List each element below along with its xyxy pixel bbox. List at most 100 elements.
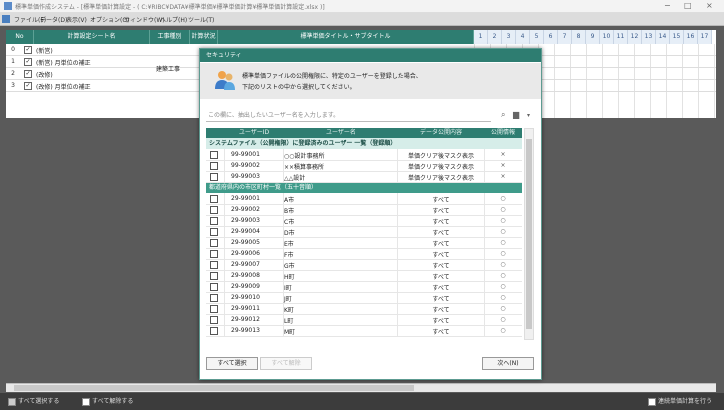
publish-info: × bbox=[500, 151, 506, 158]
row-checkbox[interactable] bbox=[210, 173, 218, 181]
user-search-input[interactable]: この欄に、抽出したいユーザー名を入力します。 bbox=[206, 109, 491, 122]
menu-view[interactable]: 表示(V) bbox=[66, 15, 87, 24]
menu-window[interactable]: ウィンドウ(W) bbox=[124, 15, 165, 24]
row-checkbox[interactable] bbox=[210, 228, 218, 236]
row-checkbox[interactable]: ✓ bbox=[24, 58, 32, 66]
column-number-header[interactable]: 6 bbox=[544, 30, 558, 44]
minimize-button[interactable]: − bbox=[664, 1, 671, 10]
publish-info: ○ bbox=[500, 217, 506, 224]
column-number-header[interactable]: 4 bbox=[516, 30, 530, 44]
user-name: D市 bbox=[284, 230, 295, 237]
column-number-header[interactable]: 1 bbox=[474, 30, 488, 44]
publish-info: ○ bbox=[500, 272, 506, 279]
publish-content: すべて bbox=[432, 274, 450, 281]
title-bar: 標準単価作成システム - [標準単価計算設定 - ( C:¥RIBC¥DATA¥… bbox=[0, 0, 724, 13]
close-button[interactable]: × bbox=[706, 1, 713, 10]
column-number-header[interactable]: 7 bbox=[558, 30, 572, 44]
menu-data[interactable]: データ(D) bbox=[40, 15, 67, 24]
row-no: 3 bbox=[11, 82, 15, 89]
publish-info: ○ bbox=[500, 294, 506, 301]
user-id: 29-99008 bbox=[231, 272, 260, 279]
folder-icon[interactable]: ▆ bbox=[513, 110, 519, 119]
publish-content: 単価クリア後マスク表示 bbox=[407, 175, 474, 182]
column-number-header[interactable]: 14 bbox=[656, 30, 670, 44]
row-checkbox[interactable] bbox=[210, 283, 218, 291]
row-checkbox[interactable] bbox=[210, 162, 218, 170]
publish-info: ○ bbox=[500, 250, 506, 257]
publish-info: ○ bbox=[500, 195, 506, 202]
publish-info: ○ bbox=[500, 261, 506, 268]
column-number-header[interactable]: 2 bbox=[488, 30, 502, 44]
user-id: 99-99002 bbox=[231, 162, 260, 169]
row-checkbox[interactable] bbox=[210, 305, 218, 313]
row-checkbox[interactable]: ✓ bbox=[24, 70, 32, 78]
row-checkbox[interactable] bbox=[210, 316, 218, 324]
user-name: L町 bbox=[284, 318, 294, 325]
publish-content: すべて bbox=[432, 219, 450, 226]
user-name: M町 bbox=[284, 329, 296, 336]
column-number-header[interactable]: 5 bbox=[530, 30, 544, 44]
publish-info: ○ bbox=[500, 239, 506, 246]
column-number-header[interactable]: 15 bbox=[670, 30, 684, 44]
horizontal-scrollbar[interactable] bbox=[6, 383, 716, 392]
column-number-header[interactable]: 13 bbox=[642, 30, 656, 44]
row-checkbox[interactable]: ✓ bbox=[24, 82, 32, 90]
publish-info: ○ bbox=[500, 283, 506, 290]
publish-content: 単価クリア後マスク表示 bbox=[407, 153, 474, 160]
row-checkbox[interactable] bbox=[210, 151, 218, 159]
maximize-button[interactable]: □ bbox=[684, 1, 692, 10]
user-id: 29-99011 bbox=[231, 305, 260, 312]
unselect-all-toggle[interactable]: すべて解除する bbox=[82, 396, 133, 406]
column-number-header[interactable]: 10 bbox=[600, 30, 614, 44]
column-number-header[interactable]: 11 bbox=[614, 30, 628, 44]
column-number-header[interactable]: 17 bbox=[698, 30, 712, 44]
user-id: 29-99001 bbox=[231, 195, 260, 202]
row-checkbox[interactable] bbox=[210, 261, 218, 269]
vertical-scrollbar[interactable] bbox=[524, 128, 534, 340]
publish-info: × bbox=[500, 173, 506, 180]
row-checkbox[interactable] bbox=[210, 327, 218, 335]
column-number-header[interactable]: 12 bbox=[628, 30, 642, 44]
user-id: 99-99001 bbox=[231, 151, 260, 158]
row-checkbox[interactable] bbox=[210, 206, 218, 214]
publish-content: すべて bbox=[432, 230, 450, 237]
row-checkbox[interactable] bbox=[210, 195, 218, 203]
scroll-thumb[interactable] bbox=[526, 139, 532, 329]
col-status: 計算状況 bbox=[190, 30, 218, 44]
doc-icon bbox=[2, 15, 10, 23]
row-checkbox[interactable]: ✓ bbox=[24, 46, 32, 54]
select-all-toggle[interactable]: すべて選択する bbox=[8, 396, 59, 406]
row-checkbox[interactable] bbox=[210, 217, 218, 225]
publish-info: ○ bbox=[500, 206, 506, 213]
clear-all-button[interactable]: すべて解除 bbox=[260, 357, 312, 370]
row-name: (新営) bbox=[36, 48, 53, 55]
chevron-down-icon[interactable]: ▾ bbox=[527, 112, 530, 119]
row-checkbox[interactable] bbox=[210, 294, 218, 302]
column-number-header[interactable]: 9 bbox=[586, 30, 600, 44]
row-checkbox[interactable] bbox=[210, 250, 218, 258]
row-checkbox[interactable] bbox=[210, 239, 218, 247]
row-checkbox[interactable] bbox=[210, 272, 218, 280]
column-number-header[interactable]: 16 bbox=[684, 30, 698, 44]
user-id: 29-99012 bbox=[231, 316, 260, 323]
dialog-title: セキュリティ bbox=[200, 49, 541, 62]
menu-tool[interactable]: ツール(T) bbox=[188, 15, 214, 24]
header-publish: データ公開内容 bbox=[419, 129, 462, 136]
select-all-button[interactable]: すべて選択 bbox=[206, 357, 258, 370]
user-name: H町 bbox=[284, 274, 295, 281]
col-kind: 工事種別 bbox=[150, 30, 190, 44]
user-id: 29-99003 bbox=[231, 217, 260, 224]
scroll-thumb[interactable] bbox=[14, 385, 414, 391]
publish-content: すべて bbox=[432, 252, 450, 259]
column-number-header[interactable]: 3 bbox=[502, 30, 516, 44]
user-row[interactable]: 29-99013 M町 すべて ○ bbox=[206, 325, 522, 337]
user-name: A市 bbox=[284, 197, 295, 204]
user-id: 99-99003 bbox=[231, 173, 260, 180]
batch-calc-toggle[interactable]: 連続単価計算を行う bbox=[648, 396, 712, 406]
user-row[interactable]: 99-99003 △△設計 単価クリア後マスク表示 × bbox=[206, 171, 522, 183]
menu-help[interactable]: ヘルプ(H) bbox=[160, 15, 187, 24]
next-button[interactable]: 次へ(N) bbox=[482, 357, 534, 370]
column-number-header[interactable]: 8 bbox=[572, 30, 586, 44]
publish-content: すべて bbox=[432, 329, 450, 336]
search-icon[interactable]: ⌕ bbox=[501, 110, 505, 120]
